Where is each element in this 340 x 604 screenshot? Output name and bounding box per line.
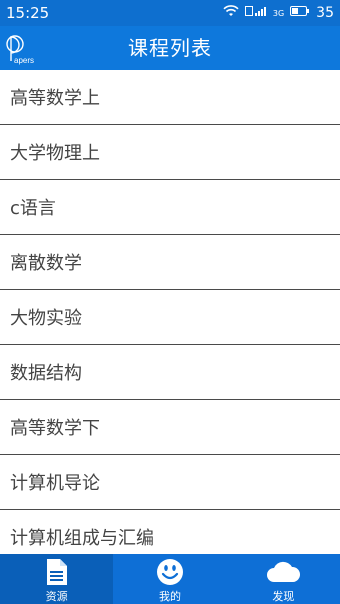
course-item[interactable]: 高等数学上 [0,70,340,125]
course-label: 高等数学下 [10,418,100,439]
course-label: 高等数学上 [10,88,100,109]
course-label: 计算机组成与汇编 [10,528,154,549]
course-label: c语言 [10,198,56,219]
signal-icon [244,5,273,21]
course-item[interactable]: 数据结构 [0,345,340,400]
course-item[interactable]: 计算机组成与汇编 [0,510,340,554]
course-item[interactable]: 高等数学下 [0,400,340,455]
tab-mine[interactable]: 我的 [113,554,226,604]
battery-icon [290,5,310,21]
tab-discover[interactable]: 发现 [227,554,340,604]
page-title: 课程列表 [128,36,212,60]
course-item[interactable]: 离散数学 [0,235,340,290]
status-time: 15:25 [6,4,50,22]
status-indicators: 3G 35 [223,5,334,21]
course-item[interactable]: 计算机导论 [0,455,340,510]
status-bar: 15:25 3G 35 [0,0,340,26]
tab-mine-label: 我的 [158,590,181,603]
battery-level: 35 [316,5,334,21]
course-item[interactable]: 大学物理上 [0,125,340,180]
app-bar: apers 课程列表 [0,26,340,70]
network-type: 3G [272,8,285,18]
course-item[interactable]: c语言 [0,180,340,235]
tab-resources[interactable]: 资源 [0,554,114,604]
course-item[interactable]: 大物实验 [0,290,340,345]
course-list: 高等数学上 大学物理上 c语言 离散数学 大物实验 数据结构 高等数学下 计算机… [0,70,340,554]
course-label: 大物实验 [10,308,82,329]
cloud-icon [265,557,301,587]
smiley-icon [156,557,184,587]
course-label: 计算机导论 [10,473,100,494]
course-label: 离散数学 [10,253,82,274]
wifi-icon [223,5,239,21]
course-label: 大学物理上 [10,143,100,164]
tab-discover-label: 发现 [272,590,295,603]
document-icon [46,557,68,587]
tab-resources-label: 资源 [45,590,68,603]
bottom-nav: 资源 我的 发现 [0,554,340,604]
course-label: 数据结构 [10,363,82,384]
